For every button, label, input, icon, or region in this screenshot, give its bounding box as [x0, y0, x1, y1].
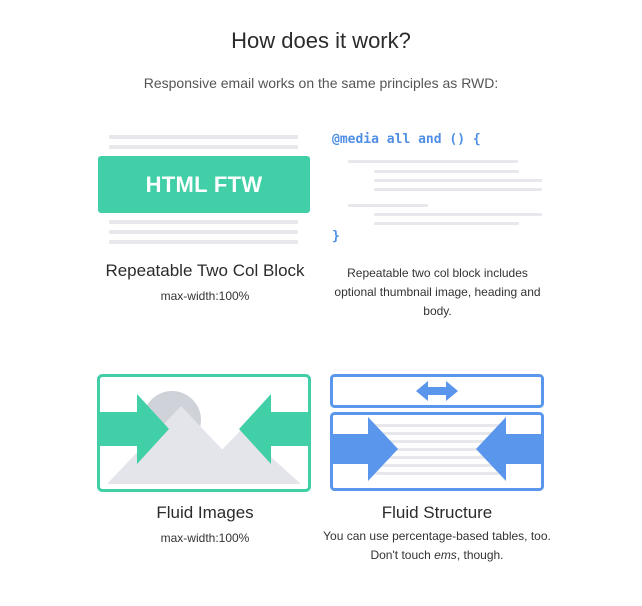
- code-placeholder-line: [374, 222, 519, 225]
- placeholder-line: [109, 240, 298, 244]
- code-placeholder-line: [374, 179, 542, 182]
- code-placeholder-line: [348, 160, 518, 163]
- fluid-structure-description-emphasis: ems: [434, 548, 457, 562]
- fluid-image-illustration: [97, 374, 311, 492]
- placeholder-line: [109, 135, 298, 139]
- two-col-block-description: Repeatable two col block includes option…: [334, 266, 541, 318]
- placeholder-line: [109, 145, 298, 149]
- fluid-structure-description: You can use percentage-based tables, too…: [322, 527, 552, 565]
- code-placeholder-line: [374, 170, 519, 173]
- two-col-block-sublabel: max-width:100%: [160, 289, 250, 303]
- fluid-structure-illustration: [330, 374, 544, 491]
- code-placeholder-line: [374, 188, 542, 191]
- code-open-line: @media all and () {: [332, 132, 481, 147]
- placeholder-line: [109, 220, 298, 224]
- code-placeholder-line: [348, 204, 428, 207]
- two-col-block-label: Repeatable Two Col Block: [105, 261, 305, 280]
- fluid-structure-label: Fluid Structure: [381, 503, 493, 522]
- code-placeholder-line: [374, 213, 542, 216]
- placeholder-line: [109, 230, 298, 234]
- fluid-structure-description-suffix: , though.: [456, 548, 504, 562]
- page-title: How does it work?: [231, 28, 411, 53]
- page-subtitle: Responsive email works on the same princ…: [143, 75, 499, 91]
- code-close-brace: }: [332, 229, 340, 244]
- html-ftw-button: HTML FTW: [98, 156, 310, 213]
- fluid-images-sublabel: max-width:100%: [160, 531, 250, 545]
